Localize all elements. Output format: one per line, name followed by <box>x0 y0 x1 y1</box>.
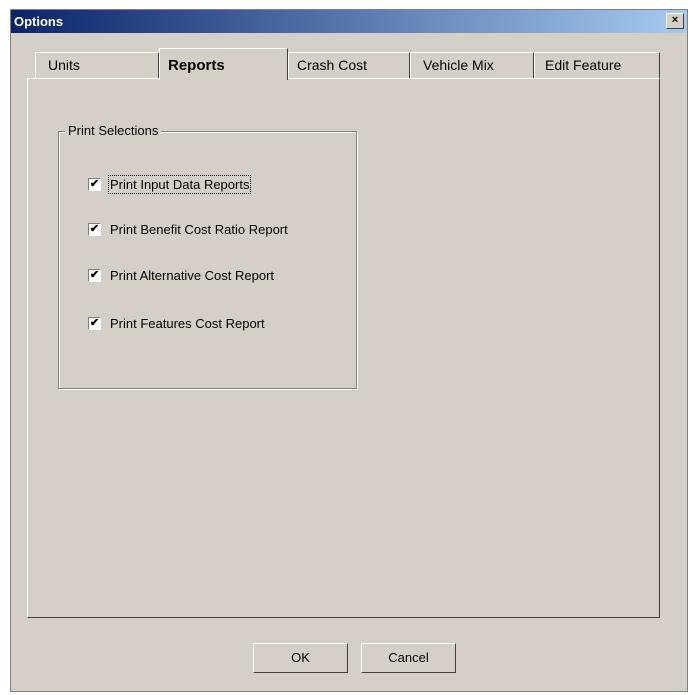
tab-units[interactable]: Units <box>35 52 159 78</box>
check-icon: ✔ <box>89 178 100 190</box>
close-icon: × <box>671 14 679 26</box>
checkbox-label: Print Features Cost Report <box>110 316 265 331</box>
checkbox-box[interactable]: ✔ <box>88 178 101 191</box>
ok-button[interactable]: OK <box>253 643 348 673</box>
tab-crash-cost[interactable]: Crash Cost <box>288 52 410 78</box>
tab-reports[interactable]: Reports <box>159 48 288 80</box>
window-title: Options <box>14 14 64 29</box>
group-label: Print Selections <box>65 123 162 138</box>
tab-label: Units <box>48 57 80 73</box>
tab-label: Edit Feature <box>545 57 622 73</box>
tab-vehicle-mix[interactable]: Vehicle Mix <box>410 52 534 78</box>
checkbox-box[interactable]: ✔ <box>88 317 101 330</box>
check-icon: ✔ <box>89 223 100 235</box>
tab-label: Reports <box>168 57 225 74</box>
check-icon: ✔ <box>89 317 100 329</box>
checkbox-label: Print Alternative Cost Report <box>110 268 275 283</box>
checkbox-label: Print Input Data Reports <box>107 175 252 194</box>
cancel-button[interactable]: Cancel <box>361 643 456 673</box>
checkbox-label: Print Benefit Cost Ratio Report <box>110 222 288 237</box>
check-icon: ✔ <box>89 269 100 281</box>
close-button[interactable]: × <box>666 13 684 29</box>
tab-label: Vehicle Mix <box>423 57 494 73</box>
checkbox-box[interactable]: ✔ <box>88 269 101 282</box>
tab-label: Crash Cost <box>297 57 368 73</box>
tab-edit-feature[interactable]: Edit Feature <box>534 52 660 78</box>
title-bar[interactable]: Options × <box>11 10 687 33</box>
checkbox-box[interactable]: ✔ <box>88 223 101 236</box>
print-selections-group <box>58 131 357 389</box>
